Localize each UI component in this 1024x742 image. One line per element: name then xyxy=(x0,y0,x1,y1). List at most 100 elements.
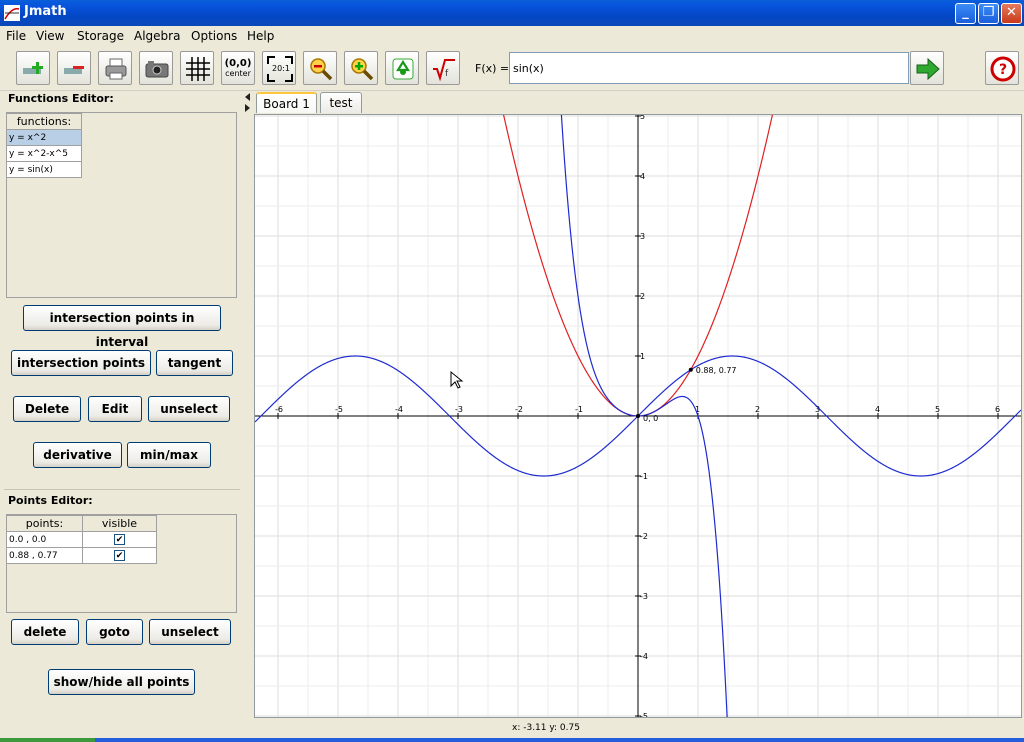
points-table: points: visible 0.0 , 0.0 ✔ 0.88 , 0.77 … xyxy=(6,515,157,564)
functions-editor-title: Functions Editor: xyxy=(8,92,114,105)
svg-text:?: ? xyxy=(999,62,1007,78)
root-icon: f xyxy=(433,59,455,82)
y-tick-label: -4 xyxy=(640,652,648,661)
x-tick-label: -1 xyxy=(575,405,583,414)
title-bar: Jmath _ ❐ ✕ xyxy=(0,0,1024,26)
intersection-points-button[interactable]: intersection points xyxy=(11,350,151,376)
x-tick-label: 6 xyxy=(995,405,1000,414)
center-button[interactable]: (0,0) center xyxy=(221,51,255,85)
point-label: 0, 0 xyxy=(643,414,658,423)
y-tick-label: 3 xyxy=(640,232,645,241)
menu-view[interactable]: View xyxy=(36,29,64,43)
camera-icon xyxy=(145,61,169,78)
unselect-point-button[interactable]: unselect xyxy=(149,619,231,645)
minimize-button[interactable]: _ xyxy=(955,3,976,24)
function-row[interactable]: y = sin(x) xyxy=(6,161,82,178)
center-label: (0,0) xyxy=(224,58,252,69)
delete-function-button[interactable]: Delete xyxy=(13,396,81,422)
grid-icon xyxy=(186,57,210,81)
menu-file[interactable]: File xyxy=(6,29,26,43)
remove-function-button[interactable] xyxy=(57,51,91,85)
restore-button[interactable]: ❐ xyxy=(978,3,999,24)
cursor-coordinates: x: -3.11 y: 0.75 xyxy=(512,723,580,733)
add-function-icon xyxy=(23,62,43,74)
close-button[interactable]: ✕ xyxy=(1001,3,1022,24)
intersection-interval-button[interactable]: intersection points in interval xyxy=(23,305,221,349)
svg-text:f: f xyxy=(445,69,449,79)
print-icon xyxy=(105,58,127,80)
y-tick-label: -2 xyxy=(640,532,648,541)
goto-point-button[interactable]: goto xyxy=(86,619,143,645)
window-title: Jmath xyxy=(24,4,67,19)
y-tick-label: -5 xyxy=(640,712,648,717)
x-tick-label: -4 xyxy=(395,405,403,414)
point-row-value[interactable]: 0.88 , 0.77 xyxy=(6,547,83,564)
recycle-button[interactable] xyxy=(385,51,419,85)
menu-algebra[interactable]: Algebra xyxy=(134,29,180,43)
visible-checkbox[interactable]: ✔ xyxy=(114,550,125,561)
grid-button[interactable] xyxy=(180,51,214,85)
menu-help[interactable]: Help xyxy=(247,29,274,43)
show-hide-points-button[interactable]: show/hide all points xyxy=(48,669,195,695)
taskbar xyxy=(0,738,1024,742)
function-plot[interactable]: -6 -5 -4 -3 -2 -1 1 2 3 4 5 654321-1-2-3-4-50, 00.8… xyxy=(254,65,1022,742)
point-marker xyxy=(636,414,640,418)
function-input[interactable] xyxy=(509,52,909,84)
center-sub-label: center xyxy=(225,69,251,78)
zoom-out-button[interactable] xyxy=(303,51,337,85)
add-function-button[interactable] xyxy=(16,51,50,85)
recycle-icon xyxy=(392,58,414,80)
function-row[interactable]: y = x^2-x^5 xyxy=(6,145,82,162)
remove-function-icon xyxy=(64,66,84,74)
collapse-left-icon[interactable] xyxy=(244,93,252,101)
plot-button[interactable] xyxy=(910,51,944,85)
x-tick-label: 5 xyxy=(935,405,940,414)
graph-board[interactable]: -6 -5 -4 -3 -2 -1 1 2 3 4 5 6 5 4 3 2 1 -1 -2 -3 -4 -5 0, 0 0.8… xyxy=(254,65,1022,742)
left-panel: Functions Editor: functions: y = x^2 y =… xyxy=(0,91,244,719)
tab-board-1[interactable]: Board 1 xyxy=(256,92,317,113)
y-tick-label: 2 xyxy=(640,292,645,301)
divider xyxy=(4,489,240,490)
roots-button[interactable]: f xyxy=(426,51,460,85)
screenshot-button[interactable] xyxy=(139,51,173,85)
zoom-out-icon xyxy=(310,58,333,81)
y-tick-label: 1 xyxy=(640,352,645,361)
functions-header: functions: xyxy=(6,113,82,130)
visible-header: visible xyxy=(82,515,157,532)
x-tick-label: -3 xyxy=(455,405,463,414)
point-marker xyxy=(688,367,693,372)
help-icon: ? xyxy=(990,56,1016,82)
tangent-button[interactable]: tangent xyxy=(156,350,233,376)
panel-splitter[interactable] xyxy=(243,91,252,719)
y-tick-label: 5 xyxy=(640,115,645,121)
zoom-in-button[interactable] xyxy=(344,51,378,85)
visible-checkbox[interactable]: ✔ xyxy=(114,534,125,545)
derivative-button[interactable]: derivative xyxy=(33,442,122,468)
zoom-in-icon xyxy=(351,58,374,81)
x-tick-label: 4 xyxy=(875,405,880,414)
help-button[interactable]: ? xyxy=(985,51,1019,85)
functions-table: functions: y = x^2 y = x^2-x^5 y = sin(x… xyxy=(6,113,82,178)
delete-point-button[interactable]: delete xyxy=(11,619,79,645)
x-tick-label: -2 xyxy=(515,405,523,414)
minmax-button[interactable]: min/max xyxy=(127,442,211,468)
menu-options[interactable]: Options xyxy=(191,29,237,43)
tab-test[interactable]: test xyxy=(320,92,362,113)
points-editor-title: Points Editor: xyxy=(8,494,93,507)
expand-right-icon[interactable] xyxy=(244,104,252,112)
point-row-value[interactable]: 0.0 , 0.0 xyxy=(6,531,83,548)
fit-button[interactable]: 20:1 xyxy=(262,51,296,85)
unselect-function-button[interactable]: unselect xyxy=(148,396,230,422)
points-header: points: xyxy=(6,515,83,532)
menu-storage[interactable]: Storage xyxy=(77,29,124,43)
edit-function-button[interactable]: Edit xyxy=(88,396,142,422)
point-label: 0.88, 0.77 xyxy=(696,366,737,375)
print-button[interactable] xyxy=(98,51,132,85)
start-button[interactable] xyxy=(0,738,95,742)
arrow-right-icon xyxy=(916,57,940,81)
status-bar: x: -3.11 y: 0.75 xyxy=(0,720,1024,738)
app-icon xyxy=(4,5,20,21)
fit-label: 20:1 xyxy=(272,64,290,73)
y-tick-label: -3 xyxy=(640,592,648,601)
function-row[interactable]: y = x^2 xyxy=(6,129,82,146)
